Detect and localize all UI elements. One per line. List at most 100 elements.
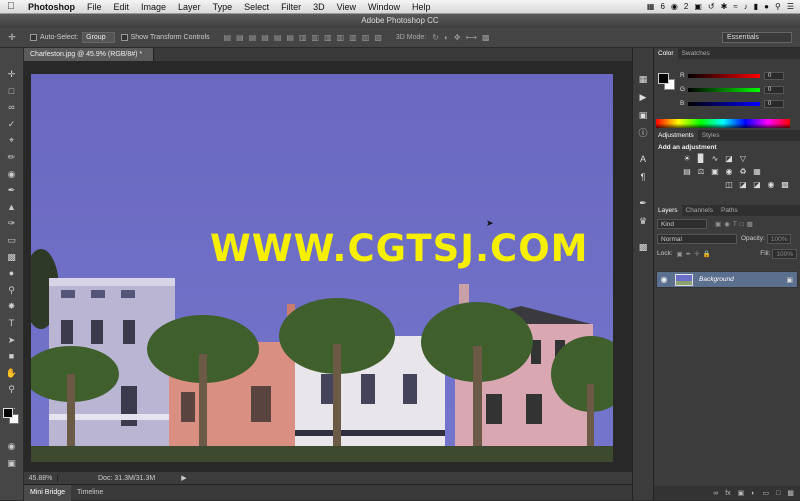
status-menu-arrow-icon[interactable]: ▶	[181, 474, 186, 482]
tab-paths[interactable]: Paths	[717, 205, 742, 216]
menu-3d[interactable]: 3D	[307, 2, 331, 12]
layer-filter-dropdown[interactable]: Kind	[657, 218, 707, 229]
menu-layer[interactable]: Layer	[172, 2, 207, 12]
clone-source-panel-icon[interactable]: ♛	[636, 214, 650, 228]
align-hcenter-icon[interactable]: ▤	[274, 33, 282, 42]
move-tool-preset-icon[interactable]: ✛	[0, 32, 24, 43]
align-vcenter-icon[interactable]: ▤	[236, 33, 244, 42]
curves-icon[interactable]: ∿	[710, 154, 720, 164]
history-panel-icon[interactable]: ▦	[636, 72, 650, 86]
foreground-color-swatch[interactable]	[3, 408, 13, 418]
type-tool-icon[interactable]: T	[4, 315, 20, 332]
auto-align-icon[interactable]: ▧	[374, 33, 382, 42]
color-balance-icon[interactable]: ⚖	[696, 167, 706, 177]
tab-mini-bridge[interactable]: Mini Bridge	[24, 484, 72, 501]
zoom-tool-icon[interactable]: ⚲	[4, 381, 20, 398]
show-transform-checkbox[interactable]	[120, 34, 128, 41]
crop-tool-icon[interactable]: ⌖	[4, 132, 20, 149]
tab-timeline[interactable]: Timeline	[71, 485, 109, 501]
blue-value-input[interactable]: 0	[764, 99, 784, 108]
auto-select-dropdown[interactable]: Group	[82, 32, 115, 43]
visibility-eye-icon[interactable]: ◉	[657, 275, 671, 284]
menu-view[interactable]: View	[331, 2, 362, 12]
green-slider-track[interactable]	[688, 87, 760, 92]
new-layer-icon[interactable]: □	[776, 490, 780, 497]
new-adjustment-icon[interactable]: ◐	[751, 490, 755, 497]
menu-app[interactable]: Photoshop	[22, 2, 81, 12]
3d-scale-icon[interactable]: ▩	[482, 33, 490, 42]
distribute-vcenter-icon[interactable]: ▥	[312, 33, 320, 42]
hue-saturation-icon[interactable]: ▤	[682, 167, 692, 177]
red-slider[interactable]: R 0	[680, 71, 798, 80]
menu-help[interactable]: Help	[406, 2, 437, 12]
healing-tool-icon[interactable]: ◉	[4, 166, 20, 183]
distribute-right-icon[interactable]: ▥	[362, 33, 370, 42]
eraser-tool-icon[interactable]: ▭	[4, 232, 20, 249]
notification-badge-2[interactable]: 2	[684, 2, 688, 11]
layer-style-icon[interactable]: fx	[725, 490, 730, 497]
pen-tool-icon[interactable]: ✸	[4, 298, 20, 315]
layer-row-background[interactable]: ◉ Background ▣	[656, 271, 798, 288]
brush-panel-icon[interactable]: ✒	[636, 196, 650, 210]
user-icon[interactable]: ●	[764, 2, 769, 11]
character-panel-icon[interactable]: A	[636, 152, 650, 166]
vibrance-icon[interactable]: ▽	[738, 154, 748, 164]
screen-mode-icon[interactable]: ▣	[4, 455, 20, 472]
green-value-input[interactable]: 0	[764, 85, 784, 94]
history-brush-tool-icon[interactable]: ✑	[4, 215, 20, 232]
blur-tool-icon[interactable]: ●	[4, 265, 20, 282]
3d-slide-icon[interactable]: ⟷	[466, 33, 477, 42]
quick-mask-icon[interactable]: ◉	[4, 438, 20, 455]
green-slider[interactable]: G 0	[680, 85, 798, 94]
new-group-icon[interactable]: ▭	[763, 489, 770, 497]
tab-layers[interactable]: Layers	[654, 205, 682, 216]
red-slider-track[interactable]	[688, 73, 760, 78]
auto-select-checkbox[interactable]	[30, 34, 37, 41]
red-value-input[interactable]: 0	[764, 71, 784, 80]
bluetooth-icon[interactable]: ✱	[721, 2, 728, 11]
menu-type[interactable]: Type	[207, 2, 239, 12]
black-white-icon[interactable]: ▣	[710, 167, 720, 177]
distribute-hcenter-icon[interactable]: ▥	[349, 33, 357, 42]
3d-roll-icon[interactable]: ◐	[444, 33, 449, 42]
opacity-input[interactable]: 100%	[766, 233, 792, 244]
invert-icon[interactable]: ◫	[724, 180, 734, 190]
menu-edit[interactable]: Edit	[108, 2, 136, 12]
color-lookup-icon[interactable]: ▦	[752, 167, 762, 177]
levels-icon[interactable]: ▉	[696, 154, 706, 164]
document-tab[interactable]: Charleston.jpg @ 45.9% (RGB/8#) *	[24, 48, 154, 61]
volume-icon[interactable]: ♪	[744, 2, 748, 11]
blue-slider-track[interactable]	[688, 101, 760, 106]
notification-badge-1[interactable]: 6	[660, 2, 664, 11]
menu-image[interactable]: Image	[135, 2, 172, 12]
tab-adjustments[interactable]: Adjustments	[654, 130, 698, 141]
marquee-tool-icon[interactable]: □	[4, 83, 20, 100]
3d-rotate-icon[interactable]: ↻	[432, 33, 439, 42]
link-layers-icon[interactable]: ∞	[713, 490, 718, 497]
move-tool-icon[interactable]: ✛	[4, 66, 20, 83]
dodge-tool-icon[interactable]: ⚲	[4, 282, 20, 299]
align-right-icon[interactable]: ▤	[286, 33, 294, 42]
photo-filter-icon[interactable]: ◉	[724, 167, 734, 177]
lock-option-icons[interactable]: ▣✒✛🔒	[677, 250, 714, 258]
distribute-top-icon[interactable]: ▥	[299, 33, 307, 42]
dropbox-icon[interactable]: ▦	[647, 2, 655, 11]
tool-presets-panel-icon[interactable]: ▩	[636, 240, 650, 254]
filter-type-icons[interactable]: ▣◉T□▩	[715, 220, 756, 228]
info-panel-icon[interactable]: ⓘ	[636, 126, 650, 140]
clone-stamp-tool-icon[interactable]: ▲	[4, 199, 20, 216]
spotlight-icon[interactable]: ⚲	[775, 2, 781, 11]
workspace-switcher[interactable]: Essentials	[722, 32, 792, 43]
posterize-icon[interactable]: ◪	[738, 180, 748, 190]
apple-icon[interactable]: 	[0, 1, 22, 12]
path-select-tool-icon[interactable]: ➤	[4, 332, 20, 349]
brightness-contrast-icon[interactable]: ☀	[682, 154, 692, 164]
tab-channels[interactable]: Channels	[682, 205, 717, 216]
distribute-left-icon[interactable]: ▥	[337, 33, 345, 42]
blue-slider[interactable]: B 0	[680, 99, 798, 108]
exposure-icon[interactable]: ◪	[724, 154, 734, 164]
fill-input[interactable]: 100%	[772, 248, 797, 259]
layer-name[interactable]: Background	[699, 276, 734, 283]
menu-select[interactable]: Select	[238, 2, 275, 12]
tab-styles[interactable]: Styles	[698, 130, 724, 141]
